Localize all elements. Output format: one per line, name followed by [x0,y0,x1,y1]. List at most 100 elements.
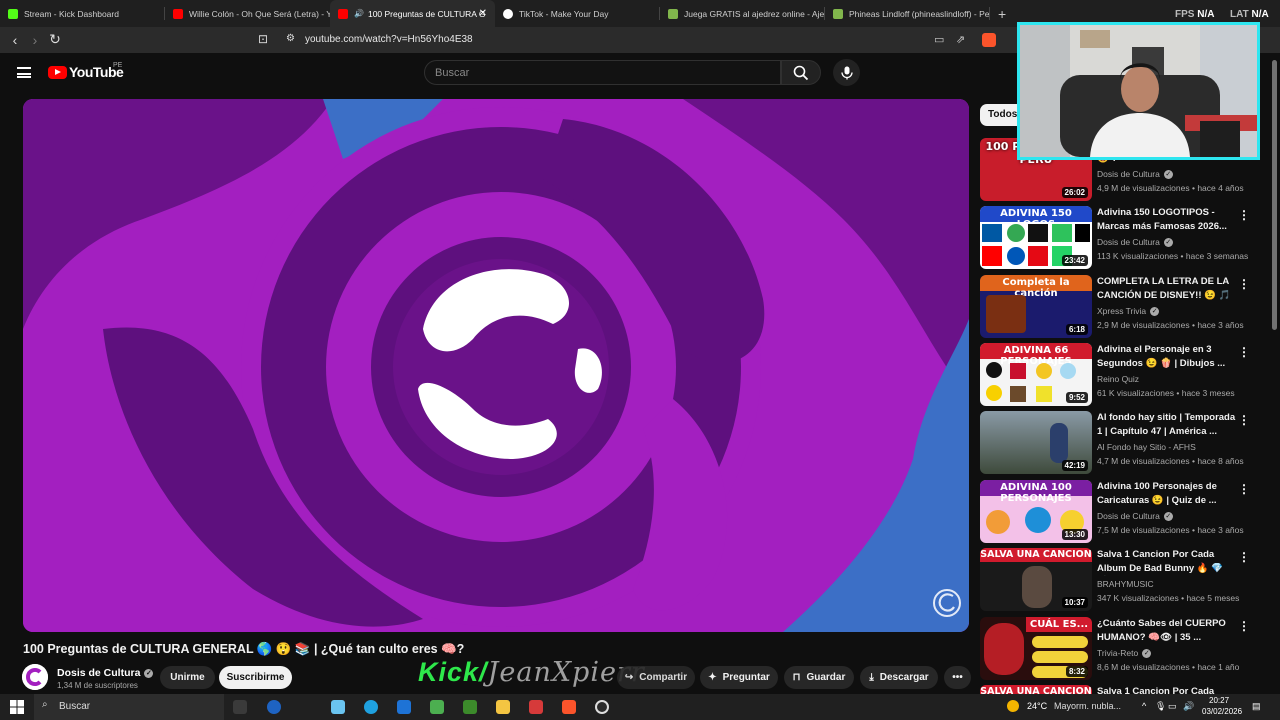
verified-icon: ✓ [1163,512,1173,522]
lat-label: LAT N/A [1230,9,1269,20]
speaker-icon: 🔊 [354,9,364,18]
url-field[interactable]: youtube.com/watch?v=Hn56Yho4E38 [305,34,473,45]
clock-date[interactable]: 03/02/2026 [1202,707,1242,716]
cast-icon[interactable]: ▭ [934,33,944,46]
more-vert-icon[interactable]: ⋮ [1238,345,1250,359]
video-thumbnail[interactable]: SALVA UNA CANCION [980,685,1092,694]
network-icon[interactable]: ▭ [1168,701,1177,712]
more-vert-icon[interactable]: ⋮ [1238,619,1250,633]
volume-icon[interactable]: 🔊 [1183,701,1194,712]
video-thumbnail[interactable]: ADIVINA 66 PERSONAJES 9:52 [980,343,1092,406]
recommendation-item[interactable]: SALVA UNA CANCION 10:37 Salva 1 Cancion … [980,548,1270,612]
taskbar-search-input[interactable]: ⌕ Buscar [34,694,224,720]
microphone-icon [840,66,853,79]
notification-icon[interactable]: ▤ [1252,701,1261,712]
edge-icon[interactable] [364,700,378,714]
minecraft-icon[interactable] [463,700,477,714]
download-button[interactable]: ⤓ Descargar [860,666,938,689]
forward-icon[interactable]: › [24,32,46,48]
fps-label: FPS N/A [1175,9,1215,20]
chess-pawn-icon [668,8,678,19]
verified-icon: ✓ [1163,238,1173,248]
mail-icon[interactable] [397,700,411,714]
dosis-logo-icon [22,664,48,690]
chevron-up-icon[interactable]: ^ [1142,701,1146,711]
video-thumbnail[interactable]: Completa la canción 6:18 [980,275,1092,338]
tab-kick-dashboard[interactable]: Stream - Kick Dashboard [0,0,165,27]
back-icon[interactable]: ‹ [4,32,26,48]
video-frame [23,99,969,632]
recommendation-item[interactable]: SALVA UNA CANCION Salva 1 Cancion Por Ca… [980,685,1270,694]
more-vert-icon[interactable]: ⋮ [1238,550,1250,564]
task-view-icon[interactable] [233,700,247,714]
chess-pawn-icon [833,8,843,19]
tab-phineas[interactable]: Phineas Lindloff (phineaslindloff) - Pe [825,0,990,27]
channel-name[interactable]: Dosis de Cultura ✓ [57,667,154,679]
video-thumbnail[interactable]: 42:19 [980,411,1092,474]
tab-willie-colon[interactable]: Willie Colón - Oh Que Será (Letra) - Y [165,0,330,27]
video-thumbnail[interactable]: ADIVINA 150 LOGOS 23:42 [980,206,1092,269]
search-input[interactable]: Buscar [424,60,781,85]
page-scrollbar[interactable] [1272,60,1277,330]
more-vert-icon[interactable]: ⋮ [1238,277,1250,291]
site-settings-icon[interactable]: ⚙ [286,33,295,44]
share-button[interactable]: ↪ Compartir [617,666,695,689]
more-vert-icon[interactable]: ⋮ [1238,482,1250,496]
tab-chess[interactable]: Juega GRATIS al ajedrez online - Ajed [660,0,825,27]
weather-temp[interactable]: 24°C [1027,701,1047,711]
app-icon[interactable] [529,700,543,714]
recommendation-item[interactable]: ADIVINA 100 PERSONAJES 13:30 Adivina 100… [980,480,1270,544]
mic-tray-icon[interactable]: 🎙 [1155,701,1166,712]
video-player[interactable] [23,99,969,632]
more-vert-icon[interactable]: ⋮ [1238,208,1250,222]
obs-icon[interactable] [595,700,609,714]
reload-icon[interactable]: ↻ [44,31,66,48]
channel-avatar[interactable] [22,664,48,690]
brave-shield-icon[interactable] [982,33,996,47]
menu-icon[interactable] [17,67,31,78]
subscriber-count: 1,34 M de suscriptores [57,681,138,690]
clock-time[interactable]: 20:27 [1209,696,1229,705]
share-icon: ↪ [624,672,634,683]
verified-icon: ✓ [1142,649,1152,659]
youtube-logo-icon[interactable] [48,66,67,79]
file-explorer-icon[interactable] [496,700,510,714]
tab-label: Stream - Kick Dashboard [24,8,119,19]
bookmark-save-icon: ⊓ [792,672,801,683]
more-vert-icon[interactable]: ⋮ [1238,413,1250,427]
join-button[interactable]: Unirme [160,666,215,689]
close-tab-icon[interactable]: ✕ [479,8,487,19]
recommendation-item[interactable]: 42:19 Al fondo hay sitio | Temporada 1 |… [980,411,1270,475]
youtube-icon [173,8,183,19]
ask-button[interactable]: ✦ Preguntar [700,666,778,689]
bookmark-icon[interactable]: ⊡ [258,32,268,46]
nvidia-icon[interactable] [430,700,444,714]
subscribe-button[interactable]: Suscribirme [219,666,292,689]
weather-description[interactable]: Mayorm. nubla... [1054,701,1121,711]
weather-icon [1007,700,1019,712]
tab-tiktok[interactable]: TikTok - Make Your Day [495,0,660,27]
video-thumbnail[interactable]: SALVA UNA CANCION 10:37 [980,548,1092,611]
more-actions-button[interactable]: ••• [944,666,971,689]
save-button[interactable]: ⊓ Guardar [784,666,854,689]
store-icon[interactable] [331,700,345,714]
verified-icon: ✓ [144,668,154,678]
recommendation-item[interactable]: CUÁL ES... 8:32 ¿Cuánto Sabes del CUERPO… [980,617,1270,681]
recommendation-item[interactable]: ADIVINA 150 LOGOS 23:42 Adivina 150 LOGO… [980,206,1270,270]
video-thumbnail[interactable]: ADIVINA 100 PERSONAJES 13:30 [980,480,1092,543]
webcam-feed [1020,25,1257,157]
recommendation-item[interactable]: Completa la canción 6:18 COMPLETA LA LET… [980,275,1270,339]
country-code: PE [113,62,123,69]
windows-taskbar: ⌕ Buscar 24°C Mayorm. nubla... ^ 🎙 ▭ 🔊 20… [0,694,1280,720]
recommendation-item[interactable]: ADIVINA 66 PERSONAJES 9:52 Adivina el Pe… [980,343,1270,407]
windows-start-icon[interactable] [10,700,24,714]
app-icon[interactable] [267,700,281,714]
brave-icon[interactable] [562,700,576,714]
voice-search-button[interactable] [833,59,860,86]
video-thumbnail[interactable]: CUÁL ES... 8:32 [980,617,1092,680]
search-button[interactable] [781,60,821,85]
tab-label: Phineas Lindloff (phineaslindloff) - Pe [849,8,990,19]
share-page-icon[interactable]: ⇗ [956,33,965,46]
new-tab-button[interactable]: + [998,6,1006,22]
tab-active-video[interactable]: 🔊 100 Preguntas de CULTURA G ✕ [330,0,495,27]
